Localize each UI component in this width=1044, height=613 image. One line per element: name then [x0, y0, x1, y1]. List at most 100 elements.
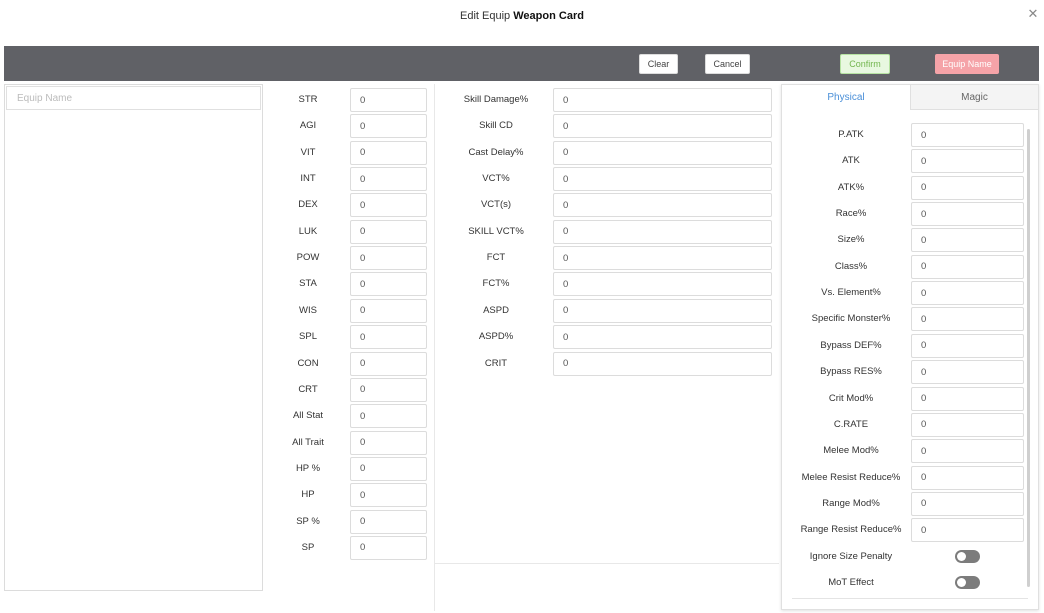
luk-input[interactable]: [350, 219, 427, 244]
sp-label: SP: [301, 541, 315, 553]
vct-input[interactable]: [553, 167, 772, 192]
vct-s-label: VCT(s): [480, 199, 512, 211]
crit-mod-input[interactable]: [911, 386, 1024, 411]
all-trait-input[interactable]: [350, 430, 427, 455]
skill-vct-input[interactable]: [553, 219, 772, 244]
con-input[interactable]: [350, 351, 427, 376]
fct-label: FCT: [486, 252, 506, 264]
vit-input[interactable]: [350, 140, 427, 165]
field-row-fct: FCT%: [440, 272, 772, 297]
race-label: Race%: [835, 208, 867, 220]
mot-effect-toggle[interactable]: [955, 575, 980, 589]
wis-label: WIS: [299, 304, 317, 316]
range-mod-input[interactable]: [911, 491, 1024, 516]
wis-input[interactable]: [350, 298, 427, 323]
ignore-size-penalty-toggle[interactable]: [955, 549, 980, 563]
field-row-con: CON: [270, 351, 427, 376]
fct-label: FCT%: [482, 278, 510, 290]
field-row-range-mod: Range Mod%: [792, 491, 1024, 516]
skill-damage-input[interactable]: [553, 88, 772, 112]
race-input[interactable]: [911, 202, 1024, 227]
tab-magic[interactable]: Magic: [910, 85, 1038, 110]
equip-name-button[interactable]: Equip Name: [935, 54, 999, 74]
field-row-atk: ATK: [792, 149, 1024, 174]
fct-input[interactable]: [553, 272, 772, 297]
fct-input[interactable]: [553, 246, 772, 271]
tab-physical[interactable]: Physical: [782, 85, 910, 110]
crit-mod-label: Crit Mod%: [828, 392, 874, 404]
cast-delay-input[interactable]: [553, 140, 772, 165]
crt-label: CRT: [298, 383, 318, 395]
melee-mod-label: Melee Mod%: [823, 445, 879, 457]
c-rate-label: C.RATE: [833, 418, 869, 430]
confirm-button[interactable]: Confirm: [840, 54, 890, 74]
field-row-crt: CRT: [270, 377, 427, 402]
field-row-specific-monster: Specific Monster%: [792, 307, 1024, 332]
size-input[interactable]: [911, 228, 1024, 253]
con-label: CON: [297, 357, 319, 369]
bypass-res-input[interactable]: [911, 360, 1024, 385]
bypass-def-input[interactable]: [911, 333, 1024, 358]
crit-input[interactable]: [553, 351, 772, 376]
dex-label: DEX: [298, 199, 318, 211]
atk-label: ATK: [842, 155, 860, 167]
clear-button[interactable]: Clear: [639, 54, 678, 74]
field-row-cast-delay: Cast Delay%: [440, 140, 772, 165]
field-row-p-atk: P.ATK: [792, 123, 1024, 147]
hp-label: HP %: [295, 462, 321, 474]
cancel-button[interactable]: Cancel: [705, 54, 750, 74]
sp-input[interactable]: [350, 509, 427, 534]
sta-input[interactable]: [350, 272, 427, 297]
str-input[interactable]: [350, 88, 427, 112]
luk-label: LUK: [298, 225, 318, 237]
close-icon[interactable]: ✕: [1026, 7, 1040, 21]
agi-input[interactable]: [350, 114, 427, 139]
modifier-panel: Physical Magic P.ATK ATK ATK% Race% Size% Cla…: [781, 84, 1039, 610]
class-input[interactable]: [911, 254, 1024, 279]
field-row-melee-mod: Melee Mod%: [792, 439, 1024, 464]
sta-label: STA: [299, 278, 317, 290]
field-row-skill-damage: Skill Damage%: [440, 88, 772, 112]
skill-cd-input[interactable]: [553, 114, 772, 139]
field-row-crit-mod: Crit Mod%: [792, 386, 1024, 411]
spl-input[interactable]: [350, 325, 427, 350]
field-row-bypass-res: Bypass RES%: [792, 360, 1024, 385]
cast-delay-label: Cast Delay%: [468, 146, 524, 158]
pow-label: POW: [296, 252, 320, 264]
hp-input[interactable]: [350, 456, 427, 481]
p-atk-label: P.ATK: [838, 129, 864, 140]
int-label: INT: [300, 173, 316, 185]
melee-mod-input[interactable]: [911, 439, 1024, 464]
vct-s-input[interactable]: [553, 193, 772, 218]
field-row-hp: HP %: [270, 456, 427, 481]
str-label: STR: [298, 94, 318, 105]
equip-name-input[interactable]: [6, 86, 261, 110]
field-row-luk: LUK: [270, 219, 427, 244]
aspd-input[interactable]: [553, 298, 772, 323]
ignore-size-penalty-label: Ignore Size Penalty: [809, 550, 893, 562]
field-row-size: Size%: [792, 228, 1024, 253]
dialog-title-bold: Weapon Card: [513, 10, 584, 22]
c-rate-input[interactable]: [911, 412, 1024, 437]
p-atk-input[interactable]: [911, 123, 1024, 147]
scrollbar[interactable]: [1027, 129, 1030, 587]
dex-input[interactable]: [350, 193, 427, 218]
hp-input[interactable]: [350, 483, 427, 508]
crt-input[interactable]: [350, 377, 427, 402]
field-row-vs-element: Vs. Element%: [792, 281, 1024, 306]
int-input[interactable]: [350, 167, 427, 192]
specific-monster-input[interactable]: [911, 307, 1024, 332]
atk-input[interactable]: [911, 175, 1024, 200]
range-resist-reduce-input[interactable]: [911, 518, 1024, 543]
field-row-all-stat: All Stat: [270, 404, 427, 429]
field-row-vct: VCT%: [440, 167, 772, 192]
field-row-vct-s: VCT(s): [440, 193, 772, 218]
vs-element-input[interactable]: [911, 281, 1024, 306]
melee-resist-reduce-input[interactable]: [911, 465, 1024, 490]
sp-input[interactable]: [350, 535, 427, 560]
all-stat-input[interactable]: [350, 404, 427, 429]
atk-input[interactable]: [911, 149, 1024, 174]
aspd-input[interactable]: [553, 325, 772, 350]
pow-input[interactable]: [350, 246, 427, 271]
toolbar: Clear Cancel Confirm Equip Name: [4, 46, 1039, 81]
